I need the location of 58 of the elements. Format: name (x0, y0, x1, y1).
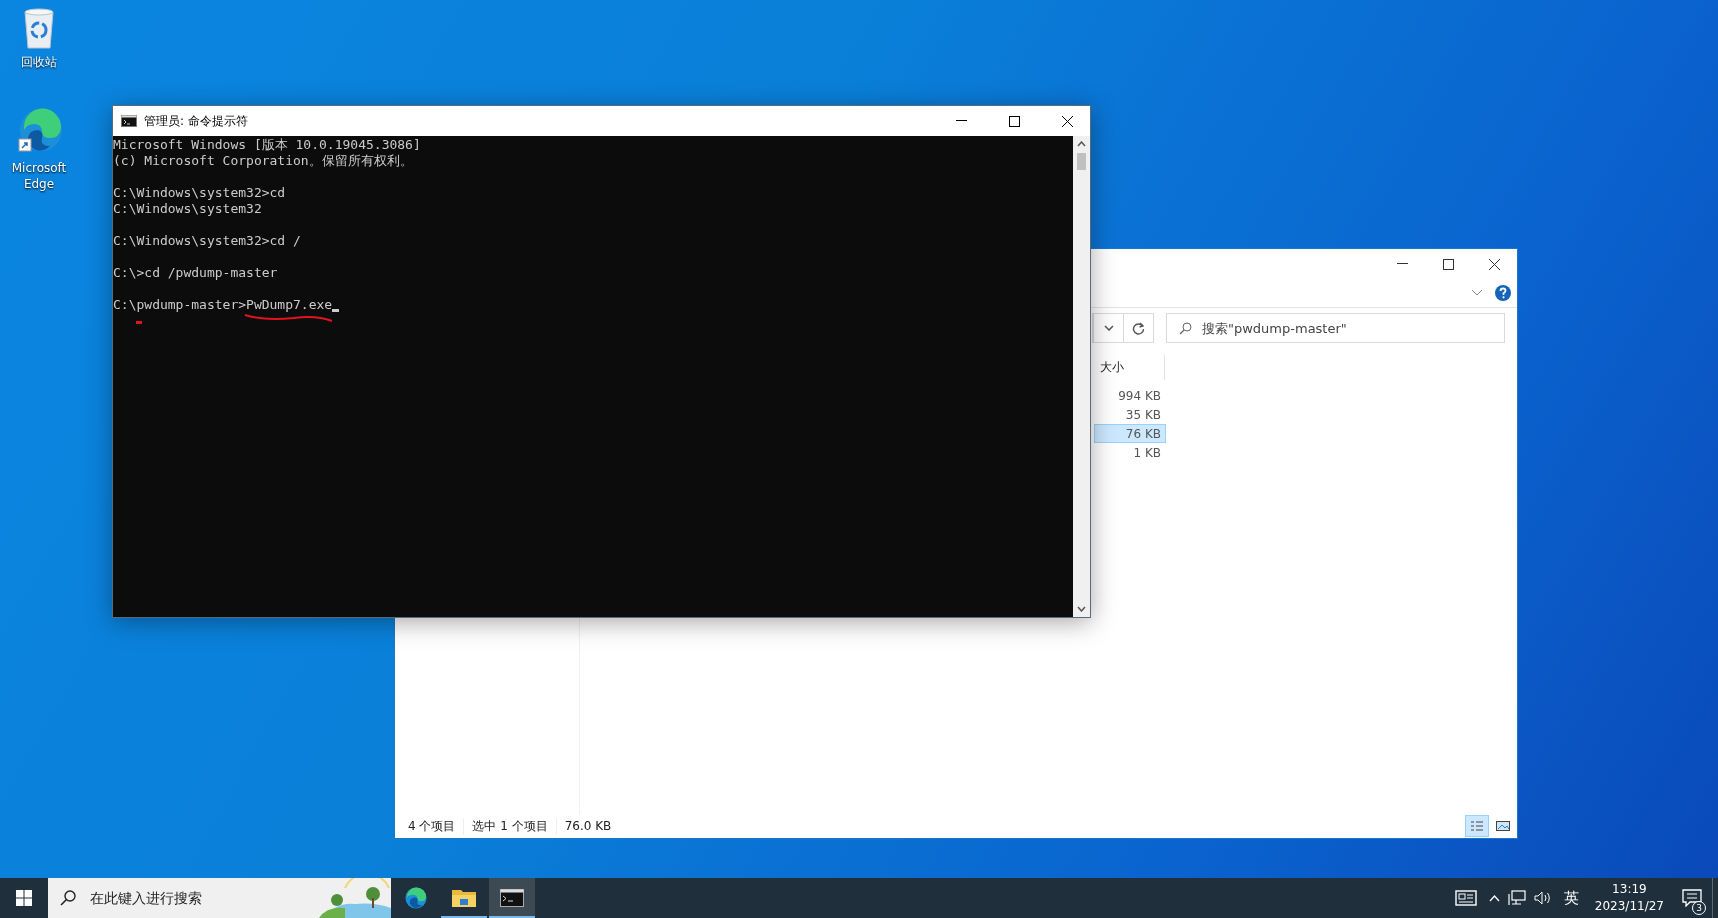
folder-icon (452, 888, 476, 908)
address-bar[interactable] (1092, 313, 1154, 343)
scrollbar[interactable] (1073, 136, 1090, 617)
status-text: 76.0 KB (564, 819, 613, 833)
console-line: Microsoft Windows [版本 10.0.19045.3086] (113, 137, 422, 153)
console-icon (500, 889, 524, 907)
search-box[interactable]: 搜索"pwdump-master" (1166, 313, 1505, 343)
refresh-icon (1132, 321, 1145, 335)
edge-icon (404, 886, 428, 910)
scroll-down-icon[interactable] (1077, 606, 1086, 612)
icon-label: Microsoft Edge (10, 160, 68, 192)
taskbar-search-field[interactable]: 在此键入进行搜索 (90, 883, 270, 913)
close-icon (1061, 115, 1073, 127)
maximize-icon (1008, 115, 1020, 127)
console-line: C:\>cd /pwdump-master (113, 265, 279, 281)
image-icon (1496, 820, 1510, 832)
console-icon (121, 115, 137, 127)
search-icon (60, 890, 76, 906)
windows-icon (16, 890, 32, 906)
console-taskbar-button[interactable] (489, 878, 535, 918)
chevron-up-icon (1488, 894, 1500, 902)
file-size-cell[interactable]: 35 KB (1094, 405, 1166, 424)
notification-badge: 3 (1692, 901, 1706, 915)
volume-icon (1533, 890, 1552, 906)
column-header[interactable]: 大小 (1094, 354, 1165, 380)
text-cursor (332, 309, 340, 312)
console-prompt: C:\pwdump-master> (113, 297, 247, 313)
minimize-icon (1396, 263, 1408, 265)
console-line: C:\Windows\system32>cd / (113, 233, 302, 249)
scroll-thumb[interactable] (1077, 153, 1086, 170)
notification-button[interactable]: 3 (1672, 878, 1712, 918)
console-command: PwDump7.exe (246, 297, 333, 313)
search-field[interactable]: 搜索"pwdump-master" (1202, 315, 1504, 341)
help-icon[interactable] (1495, 285, 1511, 301)
console-line: C:\Windows\system32>cd (113, 185, 287, 201)
news-icon (1454, 890, 1477, 906)
status-text: 选中 1 个项目 (472, 817, 557, 835)
file-size-cell[interactable]: 1 KB (1094, 443, 1166, 462)
window-title: 管理员: 命令提示符 (144, 112, 248, 130)
close-icon (1488, 258, 1500, 270)
file-size-cell[interactable]: 994 KB (1094, 386, 1166, 405)
network-icon (1507, 890, 1526, 906)
maximize-icon (1442, 258, 1454, 270)
icon-label: 回收站 (20, 54, 58, 70)
file-size-cell[interactable]: 76 KB (1094, 424, 1166, 443)
annotation-mark (136, 321, 142, 324)
chevron-down-icon[interactable] (1471, 289, 1483, 297)
minimize-icon (955, 120, 967, 122)
status-text: 4 个项目 (408, 817, 465, 835)
taskbar-search-box[interactable]: 在此键入进行搜索 (48, 878, 391, 918)
input-method-indicator[interactable]: 英 (1555, 878, 1587, 918)
console-line: (c) Microsoft Corporation。保留所有权利。 (113, 153, 414, 169)
search-icon (1179, 321, 1192, 335)
clock[interactable]: 13:19 2023/11/27 (1586, 881, 1672, 915)
chevron-down-icon (1103, 325, 1114, 331)
scroll-up-icon[interactable] (1077, 141, 1086, 147)
console-line: C:\Windows\system32 (113, 201, 263, 217)
list-icon (1470, 820, 1484, 832)
